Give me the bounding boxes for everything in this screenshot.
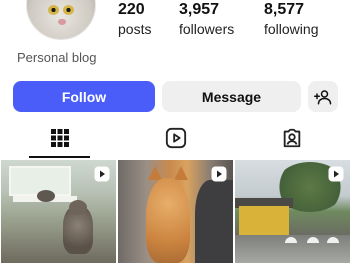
post-temple-wall bbox=[239, 206, 289, 236]
active-tab-indicator bbox=[29, 156, 90, 158]
post-umbrella bbox=[327, 237, 339, 243]
post-orange-cat-ear bbox=[148, 166, 162, 180]
grid-post-1[interactable] bbox=[1, 160, 116, 263]
post-cat-head bbox=[69, 200, 87, 215]
post-umbrella bbox=[307, 237, 319, 243]
post-person-arm bbox=[195, 180, 233, 263]
reel-badge-icon bbox=[211, 166, 227, 182]
post-small-cat bbox=[37, 190, 55, 202]
tab-tagged[interactable] bbox=[234, 118, 350, 158]
add-person-icon bbox=[314, 89, 332, 104]
grid-post-3[interactable] bbox=[235, 160, 350, 263]
post-orange-cat bbox=[146, 178, 190, 263]
stat-following-count: 8,577 bbox=[264, 1, 305, 18]
reel-badge-icon bbox=[328, 166, 344, 182]
profile-stats: 220 posts 3,957 followers 8,577 followin… bbox=[118, 0, 350, 40]
avatar-cat-nose bbox=[58, 19, 66, 25]
stat-following[interactable]: 8,577 following bbox=[264, 0, 318, 38]
reels-icon bbox=[165, 127, 187, 149]
follow-button[interactable]: Follow bbox=[13, 81, 155, 112]
stat-following-label: following bbox=[264, 21, 319, 37]
tab-posts-grid[interactable] bbox=[2, 118, 118, 158]
message-button[interactable]: Message bbox=[162, 81, 301, 112]
stat-followers-count: 3,957 bbox=[179, 1, 220, 18]
stat-posts-label: posts bbox=[118, 21, 152, 37]
stat-followers-label: followers bbox=[179, 21, 235, 37]
profile-tabs bbox=[0, 118, 350, 158]
profile-avatar[interactable] bbox=[26, 0, 96, 40]
post-umbrella bbox=[285, 237, 297, 243]
post-orange-cat-ear bbox=[174, 166, 188, 180]
tab-reels[interactable] bbox=[118, 118, 234, 158]
suggest-users-button[interactable] bbox=[308, 81, 338, 112]
stat-posts[interactable]: 220 posts bbox=[118, 0, 151, 38]
grid-icon bbox=[51, 129, 69, 147]
reel-badge-icon bbox=[94, 166, 110, 182]
stat-followers[interactable]: 3,957 followers bbox=[179, 0, 234, 38]
stat-posts-count: 220 bbox=[118, 1, 145, 18]
tagged-icon bbox=[283, 128, 301, 148]
avatar-cat-eye bbox=[48, 5, 59, 15]
avatar-cat-eye bbox=[63, 5, 74, 15]
grid-post-2[interactable] bbox=[118, 160, 233, 263]
profile-bio: Personal blog bbox=[17, 50, 97, 65]
posts-grid bbox=[0, 160, 350, 263]
